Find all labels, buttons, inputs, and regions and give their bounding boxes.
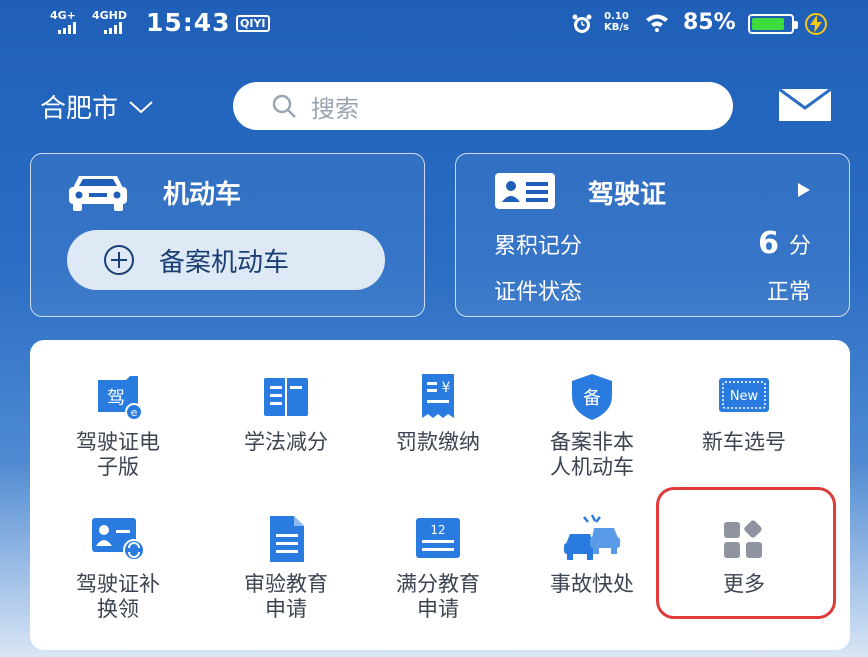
wifi-icon: [646, 14, 668, 32]
speed-value: 0.10: [604, 11, 629, 22]
service-label: 满分教育 申请: [396, 572, 480, 621]
svg-text:¥: ¥: [442, 380, 451, 396]
service-license-renew[interactable]: 驾驶证补 换领: [48, 514, 188, 622]
service-label: 审验教育 申请: [244, 572, 328, 621]
register-vehicle-label: 备案机动车: [159, 247, 290, 278]
search-input[interactable]: 搜索: [233, 82, 733, 130]
arrow-right-icon[interactable]: [797, 182, 811, 198]
signal1-label: 4G+: [50, 9, 76, 22]
service-pay-fine[interactable]: ¥ 罚款缴纳: [368, 372, 508, 455]
service-label: 事故快处: [550, 572, 634, 596]
mail-icon[interactable]: [778, 88, 832, 122]
service-new-plate[interactable]: New 新车选号: [674, 372, 814, 455]
status-row: 证件状态 正常: [494, 274, 811, 306]
service-accident-quick[interactable]: 事故快处: [522, 514, 662, 597]
new-plate-icon: New: [719, 378, 769, 412]
points-value-group: 6 分: [758, 226, 811, 261]
search-placeholder: 搜索: [311, 94, 359, 123]
more-highlight-frame: [656, 487, 836, 619]
signal-4g-plus: 4G+: [50, 10, 76, 21]
service-label: 备案非本 人机动车: [550, 430, 634, 479]
e-license-char: 驾: [107, 388, 125, 409]
chevron-down-icon: [129, 100, 153, 113]
speed-unit: KB/s: [604, 22, 629, 33]
svg-text:e: e: [131, 406, 138, 419]
calendar-number: 12: [430, 523, 445, 537]
signal-bars-icon-2: [104, 22, 122, 34]
city-selector[interactable]: 合肥市: [40, 88, 154, 125]
signal-bars-icon: [58, 22, 76, 34]
city-label: 合肥市: [40, 94, 119, 124]
status-label: 证件状态: [494, 280, 583, 305]
service-label: 驾驶证补 换领: [76, 572, 160, 621]
license-card[interactable]: 驾驶证 累积记分 6 分 证件状态 正常: [455, 153, 850, 317]
points-unit: 分: [788, 234, 811, 259]
points-label: 累积记分: [494, 234, 583, 259]
shield-char: 备: [583, 388, 601, 409]
signal2-label: 4GHD: [92, 9, 128, 22]
document-icon: [270, 516, 304, 562]
battery-icon: [748, 14, 798, 34]
service-register-other-vehicle[interactable]: 备 备案非本 人机动车: [522, 372, 662, 480]
car-icon: [69, 176, 127, 211]
calendar-icon: 12: [416, 518, 460, 558]
new-badge: New: [730, 389, 759, 404]
id-card-icon: [495, 173, 555, 209]
charging-icon: [805, 13, 827, 35]
accident-icon: [564, 514, 620, 560]
points-value: 6: [758, 226, 779, 261]
receipt-icon: ¥: [422, 374, 454, 418]
battery-percent: 85%: [683, 10, 736, 35]
service-label: 学法减分: [244, 430, 328, 454]
alarm-icon: [572, 14, 592, 33]
service-label: 罚款缴纳: [396, 430, 480, 454]
shield-icon: 备: [572, 374, 612, 420]
network-speed: 0.10 KB/s: [604, 11, 629, 33]
service-full-score-education[interactable]: 12 满分教育 申请: [368, 514, 508, 622]
book-icon: [264, 378, 308, 416]
e-license-icon: 驾 e: [98, 376, 143, 421]
service-e-license[interactable]: 驾 e 驾驶证电 子版: [48, 372, 188, 480]
battery-fill: [752, 18, 784, 30]
license-renew-icon: [92, 518, 145, 561]
status-bar: 4G+ 4GHD 15:43 QIYI 0.10 KB/s 85%: [0, 0, 868, 50]
vehicle-card[interactable]: 机动车 备案机动车: [30, 153, 425, 317]
clock: 15:43: [146, 8, 231, 37]
plus-circle-icon: [104, 245, 134, 275]
iqiyi-icon: QIYI: [236, 15, 270, 32]
service-study-reduce-points[interactable]: 学法减分: [216, 372, 356, 455]
search-icon: [272, 94, 296, 118]
register-vehicle-button[interactable]: 备案机动车: [67, 230, 385, 290]
status-value: 正常: [766, 280, 811, 305]
points-row: 累积记分 6 分: [494, 226, 811, 261]
license-title: 驾驶证: [588, 180, 667, 210]
service-label: 新车选号: [702, 430, 786, 454]
service-label: 驾驶证电 子版: [76, 430, 160, 479]
vehicle-title: 机动车: [163, 180, 242, 210]
service-review-education[interactable]: 审验教育 申请: [216, 514, 356, 622]
signal-4ghd: 4GHD: [92, 10, 127, 21]
